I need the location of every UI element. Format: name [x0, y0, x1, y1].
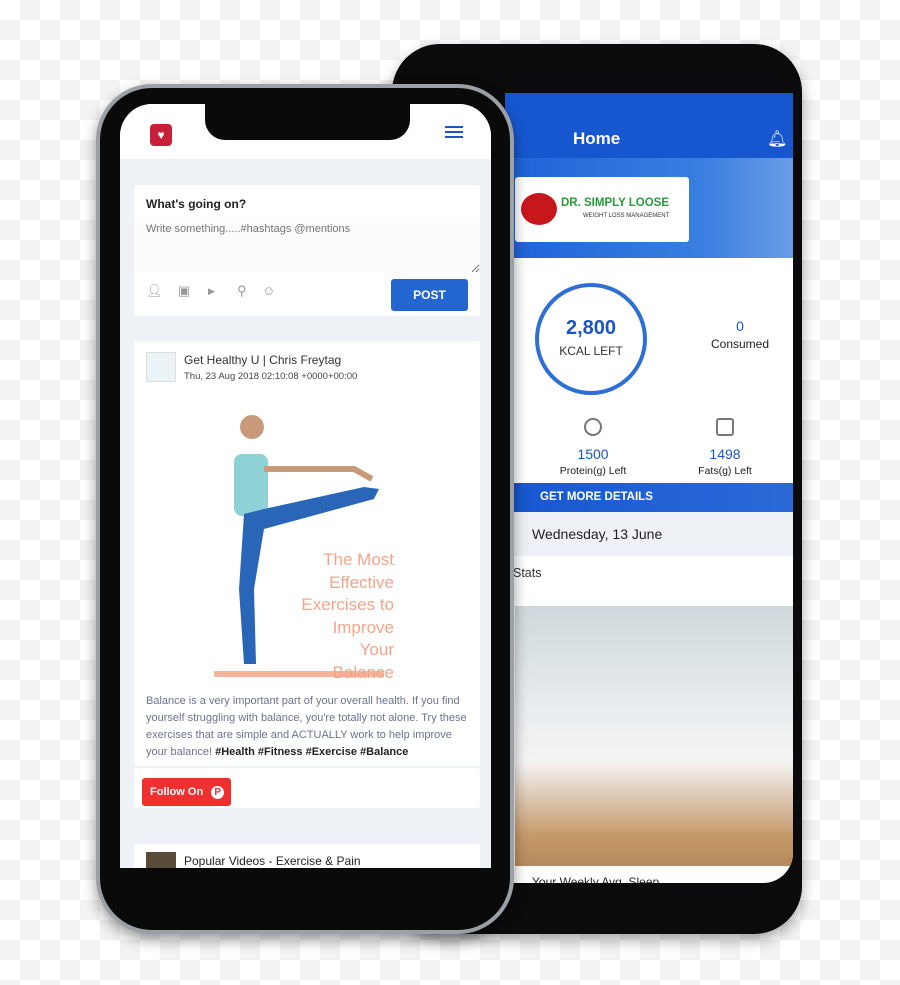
stats-heading: Stats: [513, 566, 542, 580]
image-caption: The Most Effective Exercises to Improve …: [301, 550, 394, 682]
follow-label: Follow On: [150, 785, 204, 798]
protein-value: 1500: [577, 446, 609, 462]
fats-icon: [716, 418, 734, 436]
get-more-details-button[interactable]: GET MORE DETAILS: [505, 483, 793, 512]
tag-friend-icon[interactable]: 👤︎: [146, 283, 163, 299]
post-author[interactable]: Get Healthy U | Chris Freytag: [184, 353, 341, 367]
feed-post: Popular Videos - Exercise & Pain: [134, 844, 480, 868]
youtube-icon[interactable]: ▶: [208, 286, 215, 297]
heart-logo-icon: ♥: [150, 124, 172, 146]
follow-card: Follow On P: [134, 768, 480, 808]
author-avatar: [146, 352, 176, 382]
protein-stat: 1500 Protein(g) Left: [533, 418, 653, 477]
post-button[interactable]: POST: [391, 279, 468, 311]
hamburger-menu-icon[interactable]: [445, 126, 463, 138]
fats-value: 1498: [709, 446, 741, 462]
page-title: Home: [573, 129, 621, 148]
consumed-stat: 0 Consumed: [680, 318, 793, 351]
app-header: Home 🔔︎: [505, 93, 793, 158]
fitness-app-screen: Home 🔔︎ DR. SIMPLY LOOSE WEIGHT LOSS MAN…: [505, 93, 793, 883]
emoji-icon[interactable]: ☺: [262, 283, 275, 298]
sleep-photo: [515, 606, 793, 866]
post-image[interactable]: The Most Effective Exercises to Improve …: [134, 399, 480, 685]
post-composer: What's going on? 👤︎ ▣ ▶ ⚲ ☺ POST: [134, 185, 480, 316]
date-row: Wednesday, 13 June: [505, 512, 793, 556]
consumed-label: Consumed: [710, 337, 770, 351]
post-timestamp: Thu, 23 Aug 2018 02:10:08 +0000+00:00: [184, 371, 358, 382]
kcal-left-label: KCAL LEFT: [559, 344, 623, 358]
protein-icon: [584, 418, 602, 436]
calorie-ring: 2,800 KCAL LEFT: [535, 283, 647, 395]
pinterest-icon: P: [211, 785, 225, 799]
protein-label: Protein(g) Left: [559, 465, 627, 477]
post-author[interactable]: Popular Videos - Exercise & Pain: [184, 854, 361, 868]
brand-name: DR. SIMPLY LOOSE: [561, 197, 669, 209]
follow-on-pinterest-button[interactable]: Follow On P: [142, 778, 231, 806]
post-body: Balance is a very important part of your…: [146, 693, 471, 761]
phone-notch: [205, 104, 410, 140]
fats-label: Fats(g) Left: [698, 465, 752, 477]
composer-title: What's going on?: [146, 197, 247, 211]
weekly-sleep-heading: Your Weekly Avg. Sleep: [532, 875, 660, 883]
banner: DR. SIMPLY LOOSE WEIGHT LOSS MANAGEMENT: [505, 158, 793, 258]
post-input[interactable]: [134, 217, 480, 273]
consumed-value: 0: [736, 318, 744, 334]
brand-tagline: WEIGHT LOSS MANAGEMENT: [583, 213, 670, 219]
apple-logo-icon: [521, 193, 557, 225]
location-icon[interactable]: ⚲: [237, 283, 247, 299]
bell-icon[interactable]: 🔔︎: [767, 129, 787, 149]
fats-stat: 1498 Fats(g) Left: [665, 418, 785, 477]
post-hashtags[interactable]: #Health #Fitness #Exercise #Balance: [215, 746, 408, 758]
kcal-left-value: 2,800: [565, 317, 617, 339]
social-feed-screen: ♥ What's going on? 👤︎ ▣ ▶ ⚲ ☺ POST Get H…: [120, 104, 491, 868]
video-thumbnail[interactable]: [146, 852, 176, 868]
photo-icon[interactable]: ▣: [178, 283, 190, 299]
brand-logo: DR. SIMPLY LOOSE WEIGHT LOSS MANAGEMENT: [515, 177, 689, 242]
feed-post: Get Healthy U | Chris Freytag Thu, 23 Au…: [134, 341, 480, 766]
